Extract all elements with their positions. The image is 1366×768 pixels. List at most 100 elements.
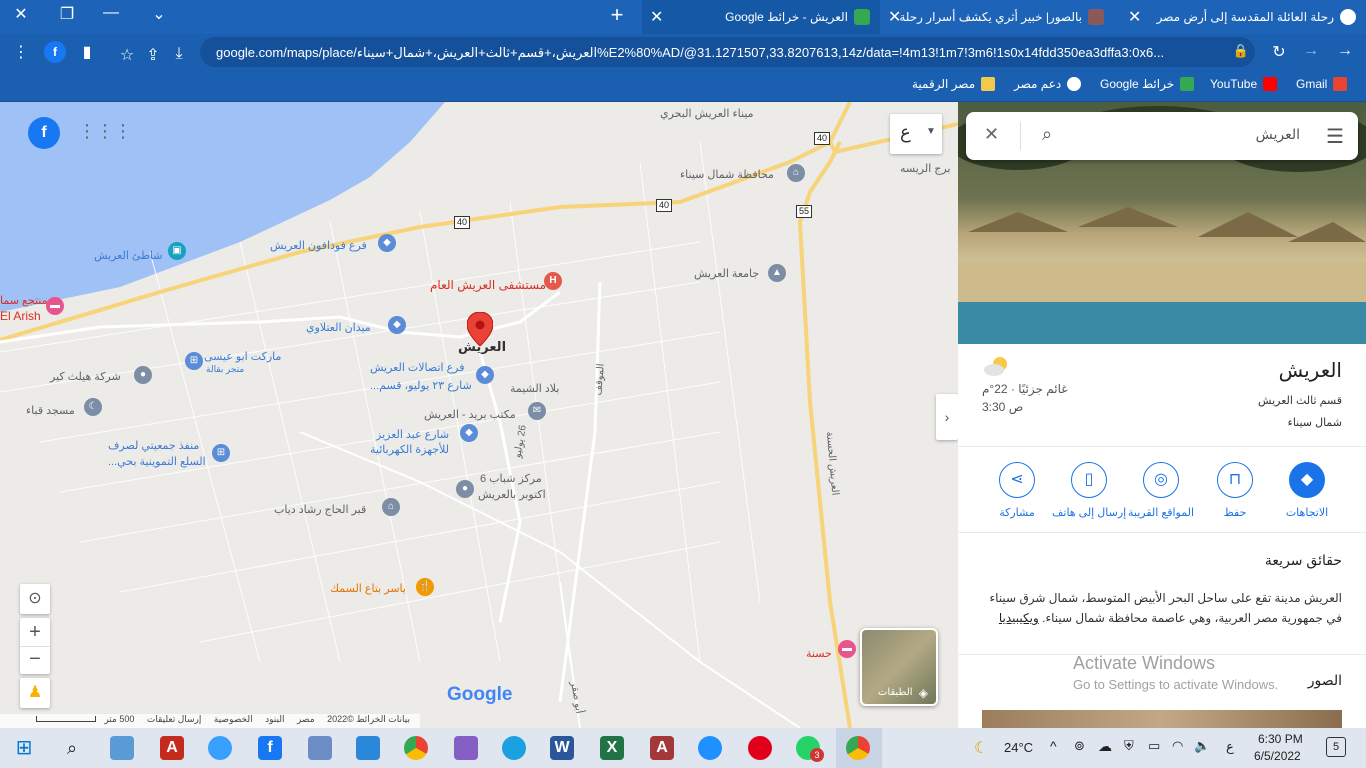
minimize-window-icon[interactable]: — <box>96 4 126 22</box>
edge-icon[interactable] <box>502 736 526 760</box>
opera-icon[interactable] <box>748 736 772 760</box>
share-button[interactable]: ⋖ مشاركة <box>980 462 1054 519</box>
clock-date[interactable]: 6/5/2022 <box>1254 749 1301 763</box>
excel-icon[interactable]: X <box>600 736 624 760</box>
hotel-poi-icon[interactable]: ▬ <box>838 640 856 658</box>
access-icon[interactable]: A <box>650 736 674 760</box>
my-location-button[interactable]: ⊙ <box>20 584 50 614</box>
app-icon[interactable] <box>110 736 134 760</box>
cloud-icon[interactable]: ☁ <box>1098 738 1112 755</box>
map-canvas[interactable]: ميناء العريش البحري محافظة شمال سيناء ⌂ … <box>0 102 958 728</box>
zoom-out-button[interactable]: − <box>20 646 50 674</box>
temperature[interactable]: 24°C <box>1004 740 1033 755</box>
forward-icon[interactable]: → <box>1300 42 1322 60</box>
search-input[interactable]: العريش <box>1256 126 1300 143</box>
word-icon[interactable]: W <box>550 736 574 760</box>
hotel-poi-icon[interactable]: ▬ <box>46 297 64 315</box>
place-poi-icon[interactable]: ● <box>134 366 152 384</box>
whatsapp-icon[interactable]: 3 <box>796 736 824 762</box>
shopping-poi-icon[interactable]: ◆ <box>476 366 494 384</box>
search-box[interactable]: ☰ العريش ⌕ ✕ <box>966 112 1358 160</box>
sidebar-icon[interactable]: ▮ <box>76 42 98 62</box>
language-selector[interactable]: ع ▼ <box>890 114 942 154</box>
new-tab-icon[interactable]: + <box>602 2 632 28</box>
chrome-active-icon[interactable] <box>846 736 870 760</box>
calendar-icon[interactable] <box>356 736 380 760</box>
acrobat-icon[interactable]: A <box>160 736 184 760</box>
cart-poi-icon[interactable]: ⊞ <box>212 444 230 462</box>
input-language[interactable]: ع <box>1226 739 1234 755</box>
shopping-poi-icon[interactable]: ◆ <box>378 234 396 252</box>
close-tab-icon[interactable]: ✕ <box>888 7 901 27</box>
save-button[interactable]: ⊓ حفظ <box>1198 462 1272 519</box>
calculator-icon[interactable] <box>308 736 332 760</box>
clock-time[interactable]: 6:30 PM <box>1258 732 1303 746</box>
notifications-icon[interactable]: 5 <box>1326 737 1346 757</box>
send-to-phone-button[interactable]: ▯ إرسال إلى هاتف <box>1052 462 1126 519</box>
tray-chevron-icon[interactable]: ^ <box>1050 738 1057 754</box>
weather-moon-icon[interactable]: ☾ <box>974 738 988 758</box>
magnifier-icon[interactable] <box>208 736 232 760</box>
clear-search-icon[interactable]: ✕ <box>984 124 999 145</box>
back-icon[interactable]: → <box>1334 42 1356 60</box>
pegman-icon[interactable]: ♟ <box>20 678 50 708</box>
hamburger-menu-icon[interactable]: ☰ <box>1326 124 1344 149</box>
scale-label[interactable]: 500 متر <box>104 714 134 724</box>
wifi-icon[interactable]: ◠ <box>1172 738 1183 754</box>
bookmark-gmail[interactable]: Gmail <box>1296 77 1348 91</box>
photos-thumbnail[interactable] <box>982 710 1342 728</box>
label-telecom: فرع اتصالات العريش <box>370 362 465 374</box>
restore-window-icon[interactable]: ❐ <box>52 4 82 24</box>
apps-grid-icon[interactable]: ⋮⋮⋮ <box>78 122 132 140</box>
zoom-in-button[interactable]: + <box>20 618 50 646</box>
wikipedia-link[interactable]: ويكيبيديا <box>999 611 1039 625</box>
reload-icon[interactable]: ↻ <box>1268 42 1290 62</box>
nearby-button[interactable]: ◎ المواقع القريبة <box>1124 462 1198 519</box>
account-avatar[interactable]: f <box>28 117 60 149</box>
volume-icon[interactable]: 🔈 <box>1194 738 1210 754</box>
share-page-icon[interactable]: ⇪ <box>142 45 164 65</box>
shopping-poi-icon[interactable]: ◆ <box>460 424 478 442</box>
bookmark-digital-egypt[interactable]: مصر الرقمية <box>912 77 996 91</box>
tab-search-chevron-icon[interactable]: ⌄ <box>144 4 174 24</box>
collapse-panel-button[interactable]: › <box>936 394 958 440</box>
bookmark-youtube[interactable]: YouTube <box>1210 77 1278 91</box>
tab-holy-family[interactable]: رحلة العائلة المقدسة إلى أرض مصر ✕ <box>1124 0 1366 34</box>
government-poi-icon[interactable]: ⌂ <box>787 164 805 182</box>
search-taskbar-icon[interactable]: ⌕ <box>60 736 84 760</box>
university-poi-icon[interactable]: ▲ <box>768 264 786 282</box>
place-poi-icon[interactable]: ● <box>456 480 474 498</box>
beach-poi-icon[interactable]: ▣ <box>168 242 186 260</box>
label-bilad: بلاد الشيمة <box>510 383 560 395</box>
cart-poi-icon[interactable]: ⊞ <box>185 352 203 370</box>
chrome-icon[interactable] <box>404 736 428 760</box>
tab-maps[interactable]: العريش - خرائط Google ✕ <box>642 0 880 34</box>
restaurant-poi-icon[interactable]: 🍴 <box>416 578 434 596</box>
tab-news[interactable]: بالصور| خبير أثري يكشف أسرار رحلة ✕ <box>884 0 1120 34</box>
battery-icon[interactable]: ▭ <box>1148 738 1160 754</box>
bookmark-support-egypt[interactable]: دعم مصر <box>1014 77 1082 91</box>
star-icon[interactable]: ☆ <box>116 45 138 65</box>
url-field[interactable]: ☆ ⇪ ⤓ google.com/maps/place/العريش،+قسم+… <box>120 37 1255 67</box>
visual-studio-icon[interactable] <box>454 736 478 760</box>
close-tab-icon[interactable]: ✕ <box>1128 7 1141 27</box>
security-icon[interactable]: ⛨ <box>1124 738 1134 754</box>
close-window-icon[interactable]: ✕ <box>6 4 36 24</box>
network-icon[interactable]: ⊚ <box>1074 738 1085 754</box>
facebook-extension-icon[interactable]: f <box>44 41 66 63</box>
monument-poi-icon[interactable]: ⌂ <box>382 498 400 516</box>
shopping-poi-icon[interactable]: ◆ <box>388 316 406 334</box>
mosque-poi-icon[interactable]: ☾ <box>84 398 102 416</box>
windows-start-icon[interactable]: ⊞ <box>12 736 36 760</box>
close-tab-icon[interactable]: ✕ <box>650 7 663 27</box>
sync-icon[interactable] <box>698 736 722 760</box>
directions-button[interactable]: ◆ الاتجاهات <box>1270 462 1344 519</box>
mail-poi-icon[interactable]: ✉ <box>528 402 546 420</box>
search-icon[interactable]: ⌕ <box>1042 124 1052 145</box>
facebook-taskbar-icon[interactable]: f <box>258 736 282 760</box>
layers-button[interactable]: الطبقات ◈ <box>860 628 938 706</box>
download-icon[interactable]: ⤓ <box>168 45 190 63</box>
bookmark-google-maps[interactable]: خرائط Google <box>1100 77 1195 91</box>
menu-dots-icon[interactable]: ⋮ <box>10 42 32 62</box>
hospital-poi-icon[interactable]: H <box>544 272 562 290</box>
